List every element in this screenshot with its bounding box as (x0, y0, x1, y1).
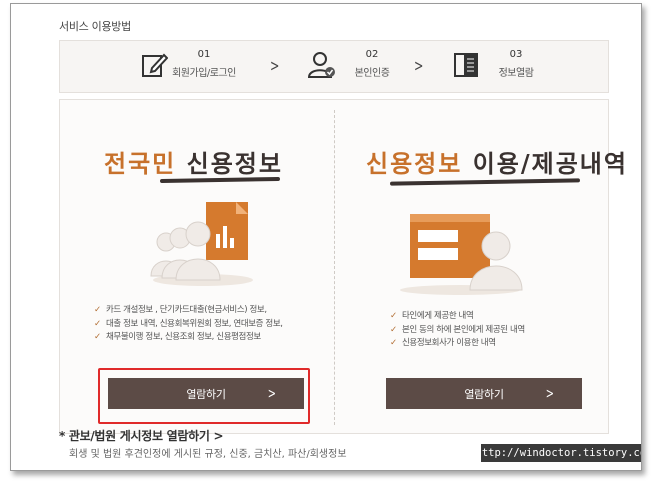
page-frame: 서비스 이용방법 01 회원가입/로그인 > 02 본인인증 > 03 정보열람… (10, 3, 642, 471)
right-panel-title: 신용정보 이용/제공내역 (366, 149, 628, 178)
right-bullet-list: 타인에게 제공한 내역 본인 동의 하에 본인에게 제공된 내역 신용정보회사가… (390, 310, 525, 351)
list-item: 채무불이행 정보, 신용조회 정보, 신용평점정보 (94, 331, 283, 345)
step-number: 02 (365, 49, 379, 60)
title-underline (389, 178, 581, 186)
list-item: 카드 개설정보 , 단기카드대출(현금서비스) 정보, (94, 304, 283, 318)
title-underline (159, 176, 281, 184)
step-label: 본인인증 (354, 68, 390, 79)
edit-document-icon (140, 51, 169, 79)
gazette-court-description: 회생 및 법원 후견인정에 게시된 규정, 신중, 금치산, 파산/회생정보 (69, 449, 347, 460)
step-number: 01 (197, 49, 211, 60)
left-view-button[interactable]: 열람하기 > (108, 378, 304, 409)
gazette-court-link[interactable]: * 관보/법원 게시정보 열람하기 > (59, 427, 224, 444)
book-icon (452, 51, 480, 79)
people-report-icon (148, 200, 258, 294)
step-signup: 01 회원가입/로그인 (140, 47, 250, 87)
list-item: 신용정보회사가 이용한 내역 (390, 337, 525, 351)
list-item: 대출 정보 내역, 신용회복위원회 정보, 연대보증 정보, (94, 318, 283, 332)
chevron-right-icon: > (268, 385, 277, 402)
step-verify: 02 본인인증 (307, 47, 418, 87)
service-panels: 전국민 신용정보 ✓ 카드 개설정보 , 단기카드대출(현금서비스) 정보, ✓… (59, 99, 626, 434)
left-panel-title: 전국민 신용정보 (104, 149, 283, 178)
list-item: 본인 동의 하에 본인에게 제공된 내역 (390, 324, 525, 338)
chevron-right-icon: > (546, 385, 555, 402)
user-check-icon (307, 51, 336, 79)
step-view: 03 정보열람 (452, 47, 562, 87)
panel-divider (334, 110, 335, 425)
steps-bar: 01 회원가입/로그인 > 02 본인인증 > 03 정보열람 (59, 40, 609, 93)
section-title: 서비스 이용방법 (59, 20, 131, 33)
watermark: http://windoctor.tistory.com (476, 444, 641, 462)
chevron-right-icon: > (414, 56, 424, 75)
step-label: 정보열람 (498, 68, 534, 79)
document-person-icon (390, 208, 530, 302)
chevron-right-icon: > (270, 56, 280, 75)
right-view-button[interactable]: 열람하기 > (386, 378, 582, 409)
list-item: 타인에게 제공한 내역 (390, 310, 525, 324)
step-number: 03 (509, 49, 523, 60)
step-label: 회원가입/로그인 (172, 68, 236, 79)
left-bullet-list: 카드 개설정보 , 단기카드대출(현금서비스) 정보, 대출 정보 내역, 신용… (94, 304, 283, 345)
